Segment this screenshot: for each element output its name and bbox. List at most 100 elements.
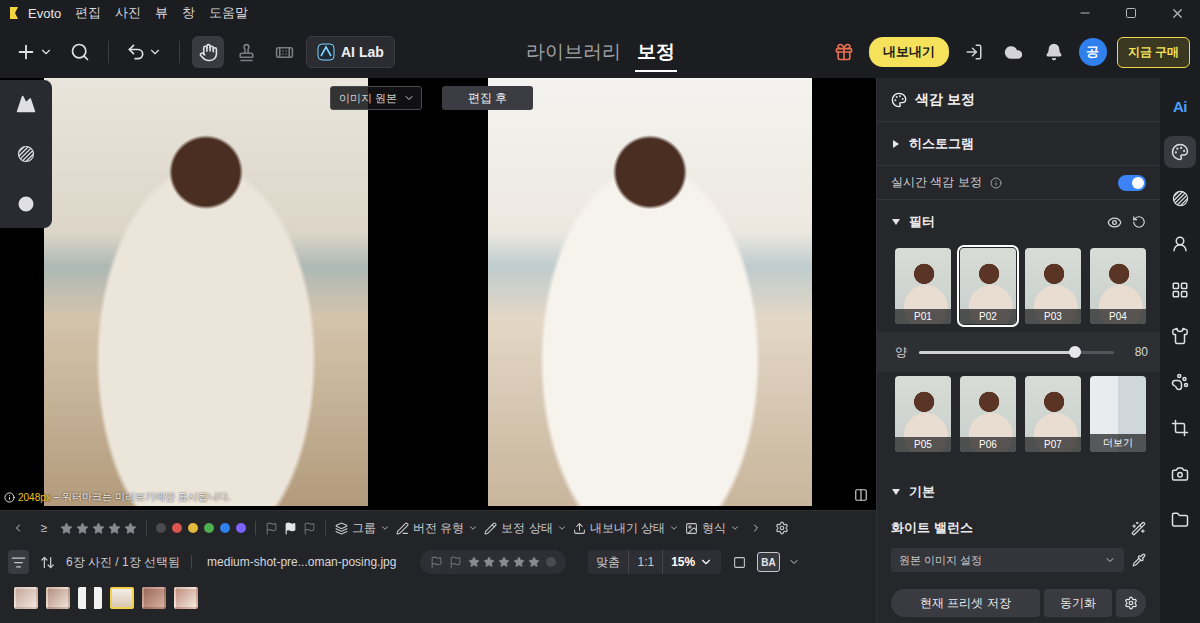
star-icon[interactable] — [92, 522, 105, 535]
texture-module-button[interactable] — [1164, 182, 1196, 214]
sort-button[interactable] — [37, 550, 58, 574]
texture-tool[interactable] — [8, 136, 44, 172]
ai-lab-button[interactable]: AI Lab — [306, 36, 395, 68]
pet-module-button[interactable] — [1164, 366, 1196, 398]
after-label[interactable]: 편집 후 — [442, 86, 533, 110]
color-label-dot[interactable] — [204, 523, 214, 533]
info-icon[interactable] — [990, 177, 1002, 189]
scroll-right-button[interactable] — [746, 516, 766, 540]
stamp-tool[interactable] — [230, 36, 262, 68]
collapsed-triangle-icon[interactable] — [891, 139, 901, 149]
menu-item[interactable]: 사진 — [115, 4, 141, 22]
thumbnail[interactable] — [142, 587, 166, 609]
menu-item[interactable]: 뷰 — [155, 4, 168, 22]
star-icon[interactable] — [483, 556, 495, 568]
nav-tab[interactable]: 라이브러리 — [524, 33, 623, 72]
before-after-button[interactable]: BA — [757, 552, 779, 572]
filter-section[interactable]: 필터 — [877, 200, 1160, 244]
rejected-flag-icon[interactable] — [303, 522, 316, 535]
thumbnail[interactable] — [46, 587, 70, 609]
amount-slider[interactable] — [919, 351, 1114, 354]
star-icon[interactable] — [108, 522, 121, 535]
white-balance-select[interactable]: 원본 이미지 설정 — [891, 548, 1124, 572]
cloud-button[interactable] — [999, 37, 1029, 67]
filter-menu[interactable]: 형식 — [685, 520, 740, 537]
zoom-actual[interactable]: 1:1 — [628, 550, 662, 574]
sync-settings-button[interactable] — [1116, 589, 1146, 617]
color-label-dot[interactable] — [172, 523, 182, 533]
menu-item[interactable]: 창 — [182, 4, 195, 22]
compare-view-button[interactable] — [854, 488, 868, 502]
save-preset-button[interactable]: 현재 프리셋 저장 — [891, 589, 1040, 617]
thumbnail[interactable] — [110, 587, 134, 609]
amount-value[interactable]: 80 — [1126, 345, 1148, 359]
shirt-module-button[interactable] — [1164, 320, 1196, 352]
filter-preset[interactable]: P02 — [960, 248, 1016, 324]
filter-menu[interactable]: 보정 상태 — [484, 520, 566, 537]
filter-preset[interactable]: P06 — [960, 376, 1016, 452]
filter-menu[interactable]: 버전 유형 — [396, 520, 478, 537]
hand-tool[interactable] — [192, 36, 224, 68]
histogram-section[interactable]: 히스토그램 — [877, 122, 1160, 166]
filter-preset[interactable]: P01 — [895, 248, 951, 324]
star-icon[interactable] — [60, 522, 73, 535]
menu-item[interactable]: 도움말 — [209, 4, 248, 22]
color-label-dot[interactable] — [546, 557, 556, 567]
camera-module-button[interactable] — [1164, 458, 1196, 490]
expanded-triangle-icon[interactable] — [891, 217, 901, 227]
color-label-dot[interactable] — [236, 523, 246, 533]
expanded-triangle-icon[interactable] — [891, 487, 901, 497]
user-avatar[interactable]: 공 — [1079, 38, 1107, 66]
gift-button[interactable] — [829, 37, 859, 67]
picked-flag-icon[interactable] — [284, 522, 297, 535]
color-label-dot[interactable] — [188, 523, 198, 533]
export-button[interactable]: 내보내기 — [869, 37, 949, 67]
rejected-flag-icon[interactable] — [449, 556, 462, 569]
eye-icon[interactable] — [1107, 215, 1122, 230]
chevron-down-icon[interactable] — [788, 556, 800, 568]
scroll-left-button[interactable] — [8, 516, 28, 540]
filter-toggle[interactable] — [8, 550, 29, 574]
maximize-button[interactable] — [1108, 0, 1154, 26]
zoom-select[interactable]: 15% — [662, 550, 721, 574]
eyedropper-icon[interactable] — [1132, 553, 1146, 567]
color-label-dot[interactable] — [156, 523, 166, 533]
slider-handle[interactable] — [1069, 346, 1081, 358]
thumbnail[interactable] — [78, 587, 102, 609]
nav-tab[interactable]: 보정 — [635, 33, 677, 72]
filter-preset[interactable]: P03 — [1025, 248, 1081, 324]
buy-button[interactable]: 지금 구매 — [1117, 37, 1190, 68]
folder-module-button[interactable] — [1164, 504, 1196, 536]
basic-section[interactable]: 기본 — [877, 474, 1160, 510]
star-icon[interactable] — [468, 556, 480, 568]
star-icon[interactable] — [498, 556, 510, 568]
single-view-button[interactable] — [729, 550, 749, 574]
star-icon[interactable] — [528, 556, 540, 568]
star-icon[interactable] — [513, 556, 525, 568]
face-module-button[interactable] — [1164, 228, 1196, 260]
bandage-tool[interactable] — [268, 36, 300, 68]
filter-menu[interactable]: 내보내기 상태 — [573, 520, 679, 537]
portrait-tool[interactable] — [8, 86, 44, 122]
rating-filter[interactable] — [60, 522, 137, 535]
filter-preset[interactable]: P04 — [1090, 248, 1146, 324]
more-presets[interactable]: 더보기 — [1090, 376, 1146, 452]
plain-flag-icon[interactable] — [265, 522, 278, 535]
color-label-dot[interactable] — [220, 523, 230, 533]
import-button[interactable] — [959, 37, 989, 67]
realtime-toggle[interactable] — [1118, 175, 1146, 191]
ai-module-button[interactable]: Ai — [1164, 90, 1196, 122]
crop-module-button[interactable] — [1164, 412, 1196, 444]
undo-button[interactable] — [121, 36, 167, 68]
rating-operator[interactable]: ≥ — [34, 516, 54, 540]
notifications-button[interactable] — [1039, 37, 1069, 67]
menu-item[interactable]: 편집 — [75, 4, 101, 22]
history-tool[interactable] — [8, 186, 44, 222]
color-module-button[interactable] — [1164, 136, 1196, 168]
photo-rating[interactable] — [468, 556, 540, 568]
filter-menu[interactable]: 그룹 — [335, 520, 390, 537]
plain-flag-icon[interactable] — [430, 556, 443, 569]
star-icon[interactable] — [76, 522, 89, 535]
auto-wand-icon[interactable] — [1131, 521, 1146, 536]
reset-icon[interactable] — [1132, 215, 1146, 229]
